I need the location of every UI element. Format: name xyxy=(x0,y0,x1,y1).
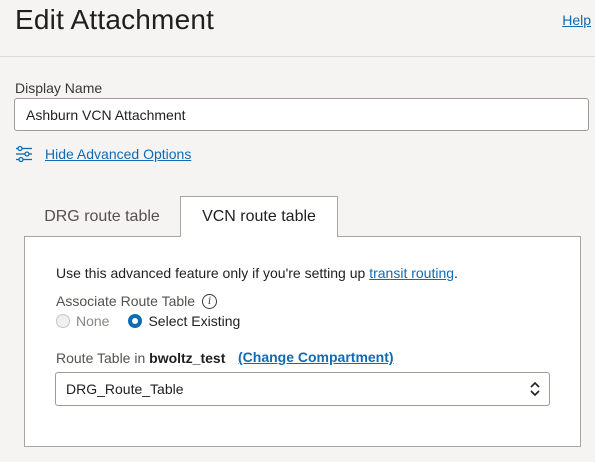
vcn-route-table-panel: Use this advanced feature only if you're… xyxy=(24,236,581,447)
display-name-label: Display Name xyxy=(15,80,103,96)
radio-select-existing-dot[interactable] xyxy=(128,314,143,328)
chevron-updown-icon xyxy=(529,381,541,400)
hide-advanced-options-link[interactable]: Hide Advanced Options xyxy=(45,146,191,162)
page-title: Edit Attachment xyxy=(15,4,215,35)
associate-route-table-label: Associate Route Table i xyxy=(56,293,218,309)
route-table-select-value: DRG_Route_Table xyxy=(66,381,184,397)
radio-none-dot[interactable] xyxy=(56,314,70,328)
compartment-name: bwoltz_test xyxy=(149,350,226,366)
transit-routing-link[interactable]: transit routing xyxy=(369,265,454,281)
radio-select-existing[interactable]: Select Existing xyxy=(128,313,240,329)
tab-drg-route-table[interactable]: DRG route table xyxy=(25,196,179,237)
radio-none[interactable]: None xyxy=(56,313,109,329)
advanced-options-toggle[interactable]: Hide Advanced Options xyxy=(15,144,191,164)
route-table-label: Route Table in bwoltz_test xyxy=(56,350,226,366)
help-link[interactable]: Help xyxy=(562,12,591,28)
tab-vcn-route-table[interactable]: VCN route table xyxy=(180,196,338,237)
intro-text: Use this advanced feature only if you're… xyxy=(56,265,458,281)
change-compartment-link[interactable]: (Change Compartment) xyxy=(238,349,394,365)
info-icon[interactable]: i xyxy=(202,293,218,309)
route-table-select[interactable]: DRG_Route_Table xyxy=(55,372,550,406)
page-header: Edit Attachment Help xyxy=(0,0,595,57)
display-name-input[interactable] xyxy=(14,98,589,131)
sliders-icon xyxy=(15,145,33,163)
associate-radio-group: None Select Existing xyxy=(56,313,240,329)
